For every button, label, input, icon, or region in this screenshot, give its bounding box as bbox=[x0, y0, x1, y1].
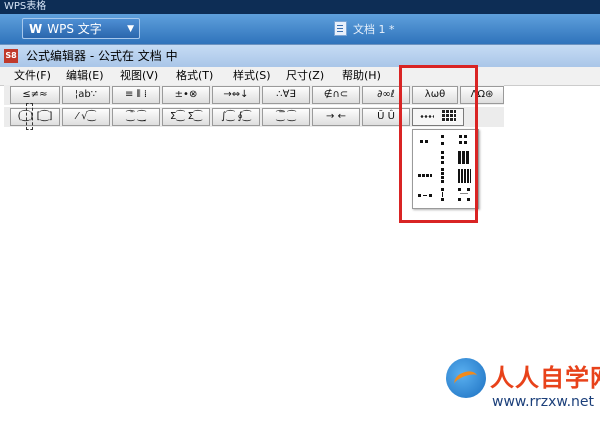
logical-symbols-button[interactable]: ∴∀∃ bbox=[262, 86, 310, 104]
summation-templates-button[interactable]: Σ⁐ Σ⁐ bbox=[162, 108, 210, 126]
integral-templates-button[interactable]: ∫⁐ ∮⁐ bbox=[212, 108, 260, 126]
highlight-annotation-box bbox=[399, 65, 478, 223]
equation-editor-app-icon: S8 bbox=[4, 49, 18, 63]
underbar-overbar-button[interactable]: ⁐̅ ⁐ bbox=[262, 108, 310, 126]
site-logo-icon bbox=[446, 358, 486, 398]
editor-title: 公式编辑器 - 公式在 文档 中 bbox=[26, 49, 178, 63]
site-watermark: 人人自学网 www.rrzxw.net bbox=[446, 350, 600, 432]
menu-style[interactable]: 样式(S) bbox=[233, 67, 271, 85]
subscript-superscript-button[interactable]: ⁐̄ ⁐̲ bbox=[112, 108, 160, 126]
menu-edit[interactable]: 编辑(E) bbox=[66, 67, 104, 85]
menu-format[interactable]: 格式(T) bbox=[176, 67, 213, 85]
os-title-bar: WPS表格 bbox=[0, 0, 600, 14]
editor-menu-bar: 文件(F) 编辑(E) 视图(V) 格式(T) 样式(S) 尺寸(Z) 帮助(H… bbox=[0, 67, 600, 86]
wps-app-label: WPS 文字 bbox=[47, 22, 102, 36]
chevron-down-icon: ▼ bbox=[127, 24, 134, 34]
wps-app-button[interactable]: W WPS 文字 ▼ bbox=[22, 18, 140, 39]
equation-input-slot[interactable] bbox=[26, 103, 33, 130]
menu-file[interactable]: 文件(F) bbox=[14, 67, 51, 85]
embellishments-button[interactable]: ≡ ⫴ ⁞ bbox=[112, 86, 160, 104]
document-icon bbox=[334, 21, 347, 36]
document-tab-label: 文档 1 * bbox=[353, 23, 395, 36]
editor-title-bar: S8 公式编辑器 - 公式在 文档 中 bbox=[0, 45, 600, 67]
wps-logo-icon: W bbox=[29, 22, 43, 36]
watermark-url: www.rrzxw.net bbox=[492, 394, 595, 410]
menu-view[interactable]: 视图(V) bbox=[120, 67, 158, 85]
menu-size[interactable]: 尺寸(Z) bbox=[286, 67, 324, 85]
set-theory-button[interactable]: ∉∩⊂ bbox=[312, 86, 360, 104]
watermark-brand: 人人自学网 bbox=[490, 364, 600, 392]
spaces-ellipses-button[interactable]: ¦ab∵ bbox=[62, 86, 110, 104]
os-title: WPS表格 bbox=[4, 1, 47, 12]
menu-help[interactable]: 帮助(H) bbox=[342, 67, 381, 85]
arrow-symbols-button[interactable]: →⇔↓ bbox=[212, 86, 260, 104]
fraction-radical-button[interactable]: ⁄ √⁐ bbox=[62, 108, 110, 126]
wps-top-bar: W WPS 文字 ▼ 文档 1 * bbox=[0, 14, 600, 44]
labeled-arrow-button[interactable]: → ← bbox=[312, 108, 360, 126]
document-tab[interactable]: 文档 1 * bbox=[334, 21, 395, 38]
operator-symbols-button[interactable]: ±•⊗ bbox=[162, 86, 210, 104]
relational-symbols-button[interactable]: ≤≠≈ bbox=[10, 86, 60, 104]
fence-templates-button[interactable]: (⁐) [⁐] bbox=[10, 108, 60, 126]
